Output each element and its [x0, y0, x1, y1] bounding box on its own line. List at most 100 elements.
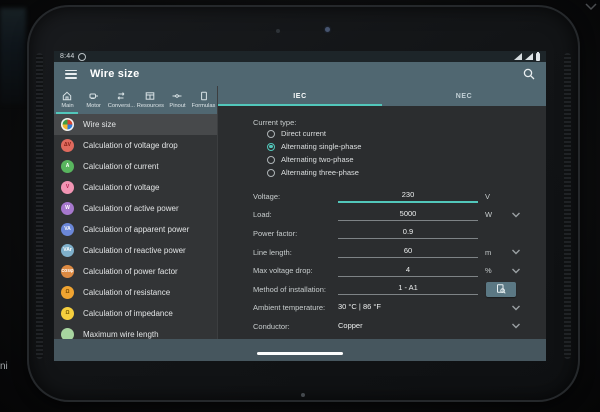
sidebar-item-calculation-of-current[interactable]: A Calculation of current	[54, 156, 217, 177]
sidebar-item-calculation-of-apparent-power[interactable]: VA Calculation of apparent power	[54, 219, 217, 240]
speaker-grille-right	[564, 53, 571, 359]
sidebar-item-calculation-of-resistance[interactable]: Ω Calculation of resistance	[54, 282, 217, 303]
installation-picker-button[interactable]	[486, 282, 516, 297]
tab-label: Motor	[86, 103, 101, 109]
tab-resources[interactable]: Resources	[136, 86, 165, 114]
field-unit: m	[485, 248, 507, 257]
content-panel: IECNEC Current type: Direct current Alter…	[217, 86, 546, 339]
chevron-down-icon[interactable]	[511, 212, 521, 218]
motor-icon	[89, 91, 99, 101]
tab-main[interactable]: Main	[54, 86, 80, 114]
light-sensor-dot	[276, 29, 280, 33]
tab-formulas[interactable]: Formulas	[191, 86, 217, 114]
current-type-label: Current type:	[253, 118, 546, 127]
field-unit: W	[485, 210, 507, 219]
chevron-down-icon[interactable]	[511, 268, 521, 274]
field-label: Power factor:	[253, 229, 338, 238]
tab-conversi[interactable]: Conversi...	[107, 86, 136, 114]
pinout-icon	[172, 91, 182, 101]
standard-tab-bar: IECNEC	[218, 86, 546, 106]
tablet-device: 8:44 Wire size MainMotorConversi...Resou…	[27, 5, 580, 402]
radio-icon[interactable]	[267, 156, 275, 164]
radio-label: Alternating three-phase	[281, 168, 359, 177]
maximum-wire-length-icon	[61, 328, 74, 339]
field-value-conductor[interactable]: Copper	[338, 321, 478, 332]
calculation-of-current-icon: A	[61, 160, 74, 173]
sidebar-item-label: Calculation of reactive power	[83, 246, 186, 255]
sidebar-item-label: Calculation of resistance	[83, 288, 170, 297]
field-value-method-of-installation[interactable]: 1 - A1	[338, 283, 478, 295]
wifi-icon	[514, 53, 522, 60]
calculation-of-impedance-icon: Ω	[61, 307, 74, 320]
radio-selected-icon[interactable]	[267, 143, 275, 151]
form-fields: Voltage:230VLoad:5000WPower factor:0.9Li…	[218, 187, 546, 339]
radio-label: Alternating single-phase	[281, 142, 361, 151]
tab-label: Pinout	[169, 103, 185, 109]
sidebar-item-calculation-of-active-power[interactable]: WCalculation of active power	[54, 198, 217, 219]
search-icon[interactable]	[522, 67, 536, 81]
calculation-of-resistance-icon: Ω	[61, 286, 74, 299]
field-value-line-length[interactable]: 60	[338, 246, 478, 258]
tab-motor[interactable]: Motor	[80, 86, 106, 114]
radio-alternating-single-phase[interactable]: Alternating single-phase	[267, 140, 546, 153]
field-value-load[interactable]: 5000	[338, 209, 478, 221]
gesture-nav-bar	[54, 339, 546, 361]
resources-icon	[145, 91, 155, 101]
field-label: Voltage:	[253, 192, 338, 201]
field-label: Conductor:	[253, 322, 338, 331]
field-unit: V	[485, 192, 507, 201]
field-value-voltage[interactable]: 230	[338, 190, 478, 203]
field-label: Max voltage drop:	[253, 266, 338, 275]
field-value-ambient-temperature[interactable]: 30 °C | 86 °F	[338, 302, 478, 313]
calculation-of-apparent-power-icon: VA	[61, 223, 74, 236]
field-label: Method of installation:	[253, 285, 338, 294]
sidebar-item-label: Calculation of impedance	[83, 309, 173, 318]
field-row-power-factor: Power factor:0.9	[218, 224, 546, 243]
calculation-of-voltage-icon: V	[61, 181, 74, 194]
sidebar-item-calculation-of-voltage-drop[interactable]: ΔV Calculation of voltage drop	[54, 135, 217, 156]
field-value-max-voltage-drop[interactable]: 4	[338, 265, 478, 277]
tab-pinout[interactable]: Pinout	[164, 86, 190, 114]
radio-icon[interactable]	[267, 169, 275, 177]
field-row-ambient-temperature: Ambient temperature:30 °C | 86 °F	[218, 299, 546, 318]
sidebar-item-calculation-of-power-factor[interactable]: cosφCalculation of power factor	[54, 261, 217, 282]
main-split: Main Motor Conversi...Resources Pinout Formu…	[54, 86, 546, 339]
formulas-icon	[199, 91, 209, 101]
tab-label: Conversi...	[108, 103, 135, 109]
calculation-of-voltage-drop-icon: ΔV	[61, 139, 74, 152]
radio-label: Alternating two-phase	[281, 155, 354, 164]
sidebar-item-label: Calculation of voltage drop	[83, 141, 178, 150]
sidebar-item-label: Calculation of apparent power	[83, 225, 189, 234]
radio-direct-current[interactable]: Direct current	[267, 127, 546, 140]
calculation-list[interactable]: Wire sizeΔVCalculation of voltage dropAC…	[54, 114, 217, 339]
field-value-power-factor[interactable]: 0.9	[338, 227, 478, 239]
radio-icon[interactable]	[267, 130, 275, 138]
hamburger-icon[interactable]	[65, 70, 77, 79]
sidebar-item-calculation-of-impedance[interactable]: Ω Calculation of impedance	[54, 303, 217, 324]
field-label: Line length:	[253, 248, 338, 257]
radio-alternating-three-phase[interactable]: Alternating three-phase	[267, 166, 546, 179]
tab-nec[interactable]: NEC	[382, 86, 546, 106]
gesture-pill[interactable]	[257, 352, 343, 355]
chevron-down-icon[interactable]	[511, 249, 521, 255]
sidebar-item-label: Calculation of current	[83, 162, 159, 171]
tab-iec[interactable]: IEC	[218, 86, 382, 106]
sidebar-item-calculation-of-reactive-power[interactable]: VArCalculation of reactive power	[54, 240, 217, 261]
sidebar-item-wire-size[interactable]: Wire size	[54, 114, 217, 135]
radio-label: Direct current	[281, 129, 326, 138]
tab-label: Formulas	[192, 103, 216, 109]
field-row-voltage: Voltage:230 V	[218, 187, 546, 206]
sidebar-item-maximum-wire-length[interactable]: Maximum wire length	[54, 324, 217, 339]
chevron-down-icon[interactable]	[511, 323, 521, 329]
sidebar-item-calculation-of-voltage[interactable]: VCalculation of voltage	[54, 177, 217, 198]
field-unit: %	[485, 266, 507, 275]
radio-alternating-two-phase[interactable]: Alternating two-phase	[267, 153, 546, 166]
field-label: Load:	[253, 210, 338, 219]
bottom-bezel-dot	[301, 393, 305, 397]
sidebar-item-label: Wire size	[83, 120, 116, 129]
background-blur-artifact	[0, 8, 26, 104]
document-search-icon	[496, 284, 506, 294]
conversions-icon	[116, 91, 126, 101]
chevron-down-icon[interactable]	[511, 305, 521, 311]
tab-label: Main	[61, 103, 73, 109]
